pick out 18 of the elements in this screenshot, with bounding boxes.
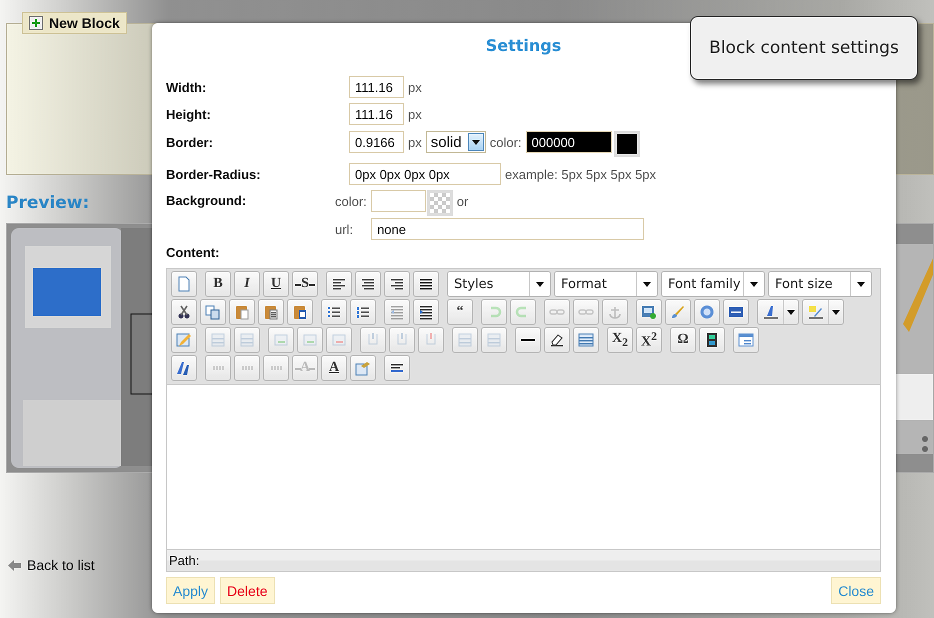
color-label: color: bbox=[490, 134, 522, 150]
hint-text: example: 5px 5px 5px 5px bbox=[505, 166, 656, 182]
or-text: or bbox=[456, 194, 468, 208]
field-label: Border-Radius: bbox=[166, 166, 262, 182]
preview-heading: Preview: bbox=[6, 193, 90, 213]
dialog-title: Settings bbox=[486, 35, 562, 57]
field-label: Border: bbox=[166, 134, 214, 150]
path-label: Path: bbox=[169, 553, 200, 568]
field-label: Height: bbox=[166, 106, 212, 122]
field-label: Content: bbox=[166, 244, 220, 260]
url-label: url: bbox=[335, 222, 354, 236]
field-label: Background: bbox=[166, 193, 248, 208]
unit-label: px bbox=[408, 106, 422, 122]
tooltip: Block content settings bbox=[690, 16, 918, 80]
color-label: color: bbox=[335, 194, 367, 208]
unit-label: px bbox=[408, 134, 422, 150]
field-label: Width: bbox=[166, 80, 208, 94]
unit-label: px bbox=[408, 80, 422, 94]
